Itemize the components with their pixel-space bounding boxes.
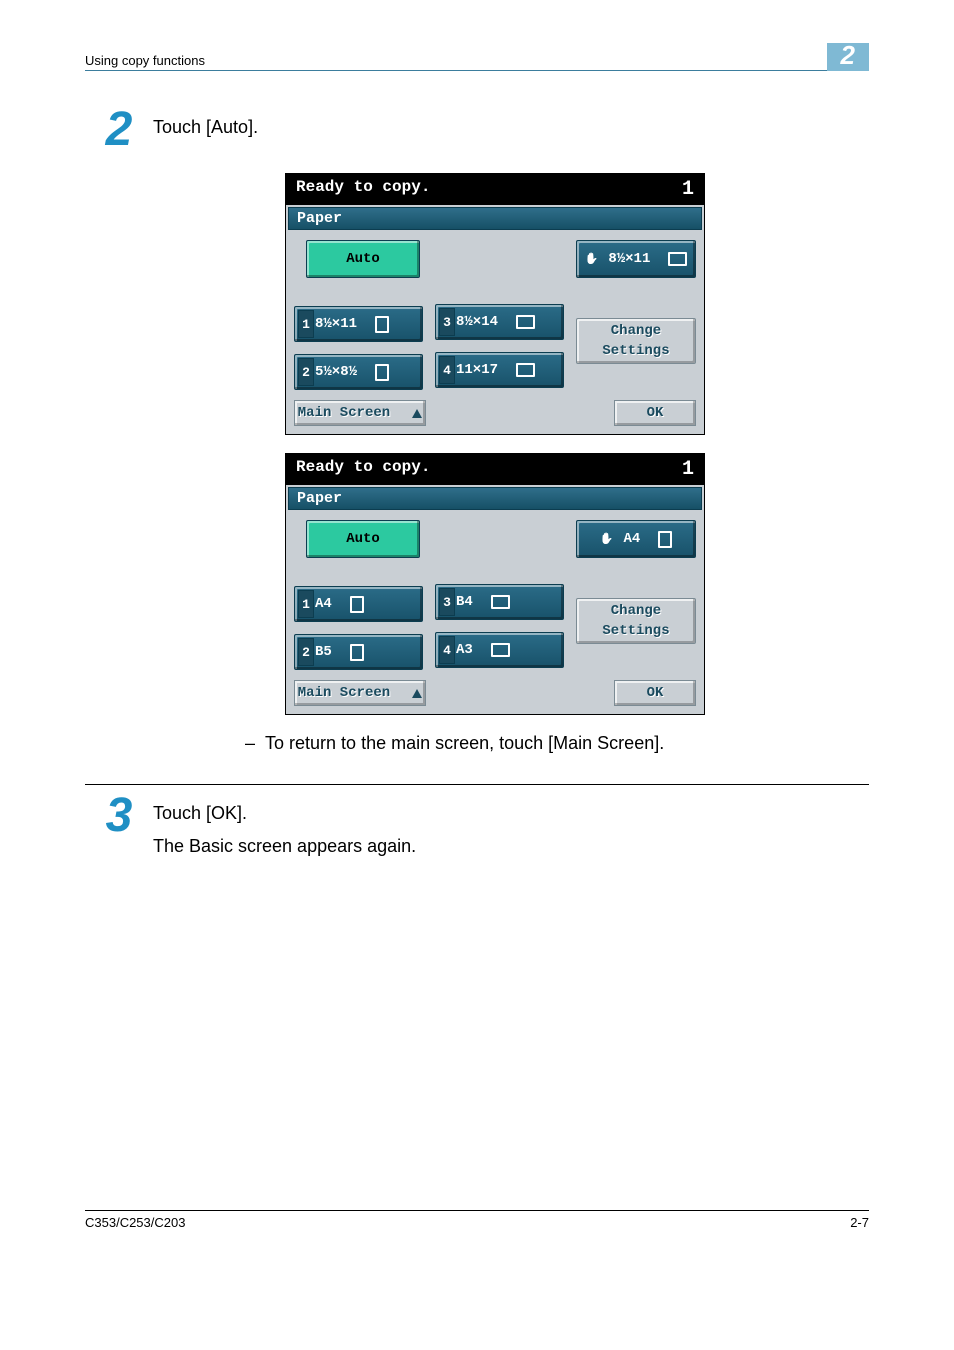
auto-button[interactable]: Auto [306, 520, 420, 558]
tray-number: 1 [298, 590, 314, 618]
tray-1-button[interactable]: 1 A4 [294, 586, 423, 622]
auto-button[interactable]: Auto [306, 240, 420, 278]
page-header: Using copy functions 2 [85, 40, 869, 71]
status-text: Ready to copy. [296, 458, 430, 481]
footer-model: C353/C253/C203 [85, 1215, 185, 1230]
change-settings-label-2: Settings [602, 344, 669, 358]
note-text: To return to the main screen, touch [Mai… [265, 733, 664, 754]
step-instruction: Touch [Auto]. [153, 111, 869, 138]
step-3: 3 Touch [OK]. The Basic screen appears a… [85, 797, 869, 857]
step-divider [85, 784, 869, 785]
status-text: Ready to copy. [296, 178, 430, 201]
change-settings-label-1: Change [611, 324, 661, 338]
chapter-number-tab: 2 [827, 43, 869, 71]
panel-section-header: Paper [288, 487, 702, 510]
main-screen-label: Main Screen [298, 405, 390, 421]
status-bar: Ready to copy. 1 [286, 174, 704, 205]
tray-number: 1 [298, 310, 314, 338]
tray-size-label: 5½×8½ [315, 364, 357, 380]
tray-size-label: A4 [315, 596, 332, 612]
bypass-size-label: 8½×11 [608, 251, 650, 267]
step-number: 3 [85, 797, 153, 835]
note-bullet: – [245, 733, 255, 754]
ok-button[interactable]: OK [614, 680, 696, 706]
step-number: 2 [85, 111, 153, 149]
section-title: Using copy functions [85, 53, 205, 68]
tray-size-label: A3 [456, 642, 473, 658]
paper-panel-us: Ready to copy. 1 Paper Auto 1 8½×11 [285, 173, 705, 435]
tray-size-label: 8½×11 [315, 316, 357, 332]
tray-3-button[interactable]: 3 B4 [435, 584, 564, 620]
main-screen-button[interactable]: Main Screen [294, 680, 426, 706]
status-bar: Ready to copy. 1 [286, 454, 704, 485]
step-instruction: Touch [OK]. [153, 803, 869, 824]
tray-number: 3 [439, 308, 455, 336]
footer-page-number: 2-7 [850, 1215, 869, 1230]
tray-1-button[interactable]: 1 8½×11 [294, 306, 423, 342]
tray-4-button[interactable]: 4 11×17 [435, 352, 564, 388]
tray-number: 3 [439, 588, 455, 616]
paper-panel-metric: Ready to copy. 1 Paper Auto 1 A4 [285, 453, 705, 715]
step-result-text: The Basic screen appears again. [153, 836, 869, 857]
copy-counter: 1 [682, 178, 694, 201]
return-note: – To return to the main screen, touch [M… [245, 733, 869, 754]
bypass-tray-button[interactable]: 8½×11 [576, 240, 696, 278]
tray-number: 4 [439, 636, 455, 664]
bypass-tray-button[interactable]: A4 [576, 520, 696, 558]
bypass-size-label: A4 [623, 531, 640, 547]
change-settings-button[interactable]: Change Settings [576, 598, 696, 644]
change-settings-label-1: Change [611, 604, 661, 618]
step-2: 2 Touch [Auto]. [85, 111, 869, 149]
change-settings-label-2: Settings [602, 624, 669, 638]
copy-counter: 1 [682, 458, 694, 481]
main-screen-button[interactable]: Main Screen [294, 400, 426, 426]
tray-size-label: B4 [456, 594, 473, 610]
tray-size-label: B5 [315, 644, 332, 660]
tray-4-button[interactable]: 4 A3 [435, 632, 564, 668]
tray-number: 4 [439, 356, 455, 384]
ok-button[interactable]: OK [614, 400, 696, 426]
change-settings-button[interactable]: Change Settings [576, 318, 696, 364]
tray-size-label: 8½×14 [456, 314, 498, 330]
tray-number: 2 [298, 638, 314, 666]
panel-section-header: Paper [288, 207, 702, 230]
tray-2-button[interactable]: 2 5½×8½ [294, 354, 423, 390]
main-screen-label: Main Screen [298, 685, 390, 701]
tray-2-button[interactable]: 2 B5 [294, 634, 423, 670]
tray-3-button[interactable]: 3 8½×14 [435, 304, 564, 340]
tray-number: 2 [298, 358, 314, 386]
tray-size-label: 11×17 [456, 362, 498, 378]
page-footer: C353/C253/C203 2-7 [85, 1210, 869, 1230]
